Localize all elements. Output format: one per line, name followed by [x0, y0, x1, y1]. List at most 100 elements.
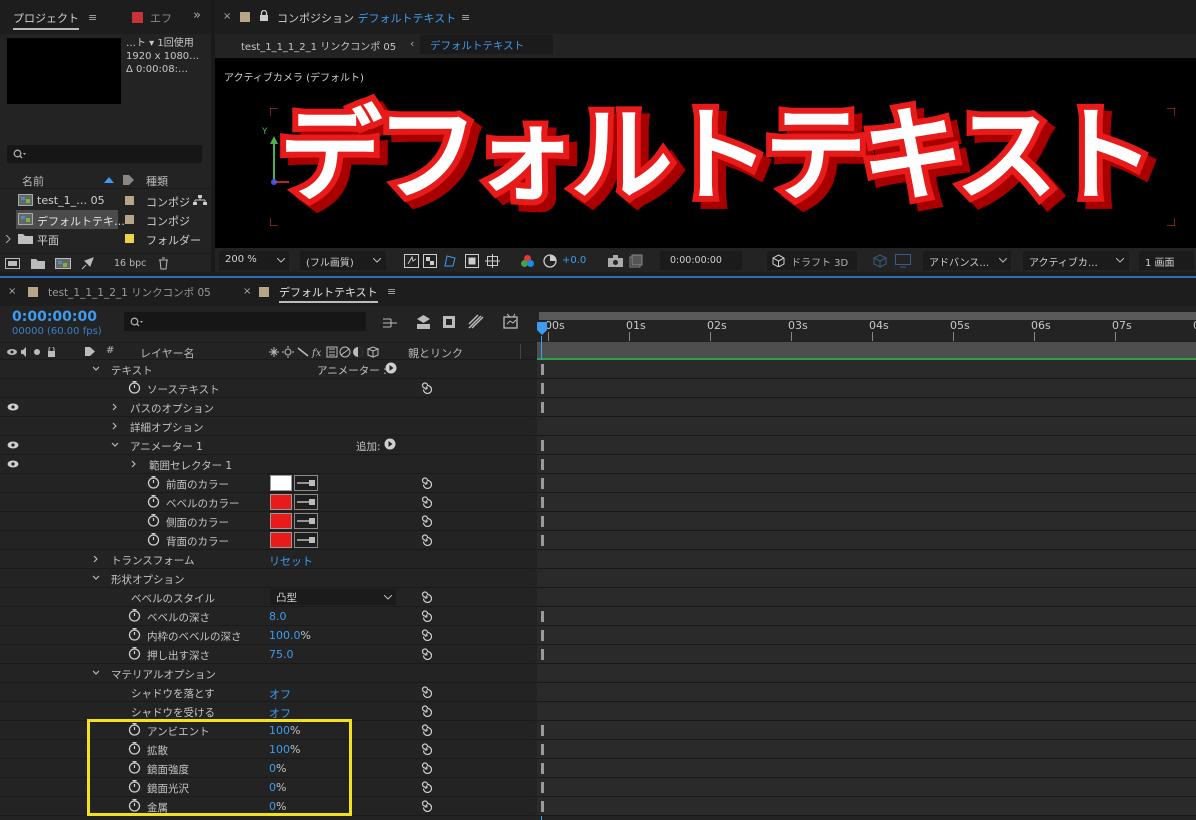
ruler-tick	[710, 332, 711, 341]
layer-column-header: # レイヤー名 fx 親とリンク	[0, 342, 535, 360]
track-row[interactable]	[537, 740, 1196, 759]
track-row[interactable]	[537, 645, 1196, 664]
track-row[interactable]	[537, 436, 1196, 455]
panel-menu-icon[interactable]: ≡	[387, 285, 396, 298]
frame-blending-icon[interactable]	[467, 314, 484, 330]
channel-icon[interactable]	[520, 254, 535, 268]
col-layer-name[interactable]: レイヤー名	[140, 345, 195, 361]
panel-menu-icon[interactable]: ≡	[461, 11, 470, 24]
track-row[interactable]	[537, 398, 1196, 417]
tab-project[interactable]: プロジェクト	[13, 10, 79, 30]
col-parent[interactable]: 親とリンク	[408, 345, 463, 361]
sort-up-icon[interactable]	[103, 176, 115, 184]
track-row[interactable]	[537, 493, 1196, 512]
project-item-0[interactable]: test_1_… 05 コンポジ	[0, 191, 211, 210]
time-marker	[541, 611, 544, 622]
advanced-3d-select[interactable]: アドバンス…	[923, 251, 1011, 270]
track-row[interactable]	[537, 797, 1196, 816]
cti-head[interactable]	[537, 322, 547, 336]
draft-3d-icon[interactable]	[415, 314, 432, 330]
project-item-1[interactable]: デフォルトテキ… コンポジ	[0, 210, 211, 229]
track-row[interactable]	[537, 550, 1196, 569]
layer-search-input[interactable]	[124, 312, 366, 331]
view-layout-select[interactable]: 1 画面	[1139, 251, 1194, 270]
renderer-button[interactable]: ドラフト 3D	[767, 251, 857, 270]
time-marker	[541, 649, 544, 660]
bpc-depth[interactable]: 16 bpc	[114, 258, 146, 269]
search-icon	[130, 317, 143, 327]
col-name[interactable]: 名前	[22, 173, 44, 189]
track-row[interactable]	[537, 379, 1196, 398]
lock-icon[interactable]	[259, 10, 269, 22]
zoom-value: 200 %	[225, 254, 257, 265]
project-item-2[interactable]: 平面 フォルダー	[0, 229, 211, 248]
ruler-tick-label: 07s	[1112, 319, 1132, 332]
close-tab-icon[interactable]: ×	[8, 286, 16, 297]
track-row[interactable]	[537, 626, 1196, 645]
project-settings-icon[interactable]	[81, 257, 94, 270]
flowchart-icon[interactable]	[193, 195, 207, 206]
track-row[interactable]	[537, 360, 1196, 379]
close-tab-icon[interactable]: ×	[223, 11, 231, 22]
track-row[interactable]	[537, 607, 1196, 626]
track-row[interactable]	[537, 455, 1196, 474]
new-folder-icon[interactable]	[31, 258, 45, 269]
chevron-right-icon[interactable]	[5, 235, 11, 243]
track-row[interactable]	[537, 759, 1196, 778]
camera-select[interactable]: アクティブカ…	[1023, 251, 1129, 270]
comp-flowchart-icon[interactable]	[382, 316, 398, 330]
track-row[interactable]	[537, 702, 1196, 721]
track-row[interactable]	[537, 664, 1196, 683]
track-row[interactable]	[537, 512, 1196, 531]
timecode-display[interactable]: 0:00:00:00	[660, 251, 742, 270]
track-row[interactable]	[537, 721, 1196, 740]
resolution-select[interactable]: (フル画質)	[300, 251, 386, 270]
interpret-footage-icon[interactable]	[5, 258, 20, 269]
track-row[interactable]	[537, 778, 1196, 797]
track-row[interactable]	[537, 417, 1196, 436]
reset-exposure-icon[interactable]	[543, 254, 557, 268]
exposure-value[interactable]: +0.0	[562, 255, 586, 266]
timeline-tab-1[interactable]: test_1_1_1_2_1 リンクコンポ 05	[48, 285, 211, 300]
tab-effects[interactable]: エフ	[150, 10, 172, 26]
transparency-grid-icon[interactable]	[423, 254, 437, 268]
renderer-label: ドラフト 3D	[791, 258, 849, 269]
track-row[interactable]	[537, 531, 1196, 550]
show-snapshot-icon[interactable]	[629, 254, 643, 268]
zoom-select[interactable]: 200 %	[219, 251, 289, 270]
layer-duration-bar[interactable]	[537, 342, 1196, 360]
grid-guides-icon[interactable]	[485, 254, 500, 268]
col-type[interactable]: 種類	[146, 173, 168, 189]
chevron-down-icon	[277, 258, 285, 263]
preview-3d-text[interactable]: デフォルトテキスト デフォルトテキスト デフォルトテキスト	[273, 99, 1196, 242]
tab-composition[interactable]: コンポジション デフォルトテキスト	[277, 10, 456, 26]
track-row[interactable]	[537, 569, 1196, 588]
trash-icon[interactable]	[158, 257, 169, 270]
fast-preview-icon[interactable]	[404, 254, 419, 268]
breadcrumb-current[interactable]: デフォルトテキスト	[420, 35, 553, 54]
comp-viewer[interactable]: アクティブカメラ (デフォルト) Y デフォルトテキスト デフォルトテキスト デ…	[215, 58, 1196, 248]
track-row[interactable]	[537, 683, 1196, 702]
item-label-color	[125, 196, 134, 205]
usage-text: …ト ▾ 1回使用	[126, 38, 194, 49]
track-row[interactable]	[537, 588, 1196, 607]
track-row[interactable]	[537, 474, 1196, 493]
new-composition-icon[interactable]	[55, 258, 71, 269]
mask-visibility-icon[interactable]	[443, 254, 457, 268]
time-ruler[interactable]: 00s01s02s03s04s05s06s07s08	[537, 306, 1196, 342]
timeline-tab-2[interactable]: デフォルトテキスト	[279, 284, 378, 303]
panel-menu-icon[interactable]: ≡	[88, 11, 97, 24]
shy-layers-icon[interactable]	[441, 314, 457, 330]
project-search-input[interactable]	[7, 145, 202, 163]
time-marker	[541, 782, 544, 793]
breadcrumb-parent[interactable]: test_1_1_1_2_1 リンクコンポ 05	[241, 38, 396, 53]
close-tab-icon[interactable]: ×	[243, 286, 251, 297]
more-tabs-icon[interactable]: »	[193, 8, 201, 23]
current-time[interactable]: 0:00:00:00	[12, 309, 97, 325]
motion-blur-icon[interactable]	[503, 313, 520, 330]
region-of-interest-icon[interactable]	[465, 254, 479, 268]
draft-3d-monitor-icon[interactable]	[895, 254, 911, 268]
breadcrumb-arrow: ‹	[410, 37, 415, 50]
3d-view-icon[interactable]	[872, 254, 888, 268]
snapshot-camera-icon[interactable]	[608, 255, 623, 267]
